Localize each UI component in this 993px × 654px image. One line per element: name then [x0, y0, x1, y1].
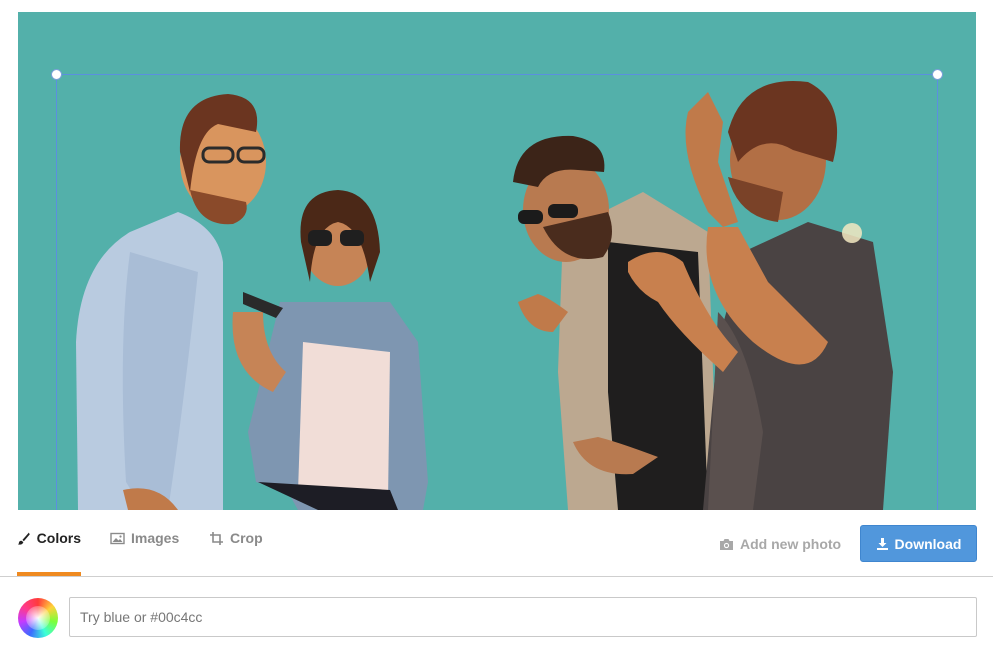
download-button[interactable]: Download: [860, 525, 977, 562]
add-new-photo-label: Add new photo: [740, 536, 842, 552]
tab-images-label: Images: [131, 530, 180, 546]
tab-crop[interactable]: Crop: [209, 530, 263, 576]
color-search-input[interactable]: [69, 597, 977, 637]
crop-selection-box[interactable]: [51, 69, 943, 510]
add-new-photo-button[interactable]: Add new photo: [719, 536, 841, 552]
tab-crop-label: Crop: [230, 530, 263, 546]
crop-handle-top-left[interactable]: [51, 69, 62, 80]
download-label: Download: [894, 535, 962, 552]
color-wheel-picker[interactable]: [18, 598, 58, 638]
crop-icon: [210, 532, 223, 545]
tab-colors-label: Colors: [36, 530, 81, 546]
camera-icon: [720, 538, 733, 550]
image-canvas[interactable]: [18, 12, 976, 510]
tab-colors[interactable]: Colors: [17, 530, 81, 576]
crop-handle-top-right[interactable]: [932, 69, 943, 80]
download-icon: [876, 538, 888, 550]
image-icon: [110, 532, 125, 545]
editor-toolbar: Colors Images Crop Add new photo Downloa…: [0, 510, 993, 577]
brush-icon: [17, 532, 30, 545]
tab-images[interactable]: Images: [110, 530, 179, 576]
